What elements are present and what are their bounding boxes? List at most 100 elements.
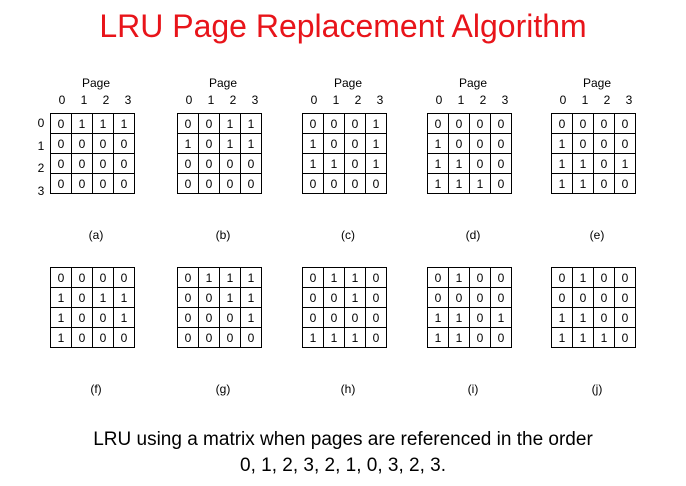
matrix-row: 1100 (551, 173, 636, 194)
matrix-cell: 0 (593, 287, 615, 308)
matrix-row: 1000 (551, 133, 636, 154)
matrix-cell: 0 (92, 327, 114, 348)
matrix-cell: 1 (219, 133, 241, 154)
matrix-row: 0000 (177, 153, 262, 174)
matrix-cell: 0 (469, 267, 491, 288)
matrix-cell: 1 (365, 153, 387, 174)
matrix-cell: 0 (572, 113, 594, 134)
matrix-cell: 1 (448, 153, 470, 174)
slide-title: LRU Page Replacement Algorithm (99, 8, 587, 44)
page-header-label: Page (458, 76, 488, 90)
matrix-row: 0100 (551, 267, 636, 288)
matrix-cell: 0 (572, 287, 594, 308)
matrix-cell: 1 (469, 173, 491, 194)
matrix-cell: 1 (323, 267, 345, 288)
matrix-cell: 0 (593, 113, 615, 134)
matrix-cell: 1 (427, 327, 449, 348)
matrix-row: 0000 (50, 153, 135, 174)
matrix-row: 1011 (50, 287, 135, 308)
matrix-cell: 0 (240, 327, 262, 348)
matrix-cell: 0 (71, 133, 93, 154)
matrix-cell: 0 (323, 133, 345, 154)
matrix-row: 1100 (551, 307, 636, 328)
matrix-cell: 0 (71, 267, 93, 288)
page-header-label: Page (208, 76, 238, 90)
matrix-cell: 0 (323, 173, 345, 194)
matrix-cell: 0 (427, 287, 449, 308)
matrix-cell: 0 (198, 287, 220, 308)
matrix-cell: 0 (614, 267, 636, 288)
matrix-cell: 0 (490, 153, 512, 174)
matrix-cell: 1 (344, 267, 366, 288)
matrix-cell: 0 (71, 153, 93, 174)
matrix-cell: 0 (551, 267, 573, 288)
matrix-cell: 0 (490, 267, 512, 288)
matrix-cell: 0 (71, 327, 93, 348)
matrix-cell: 0 (50, 173, 72, 194)
matrix-cell: 1 (344, 327, 366, 348)
column-label: 3 (124, 93, 132, 107)
matrix-cell: 0 (177, 287, 199, 308)
matrix-cell: 0 (469, 133, 491, 154)
matrix-cell: 1 (219, 267, 241, 288)
matrix-row: 0001 (302, 113, 387, 134)
matrix-cell: 0 (572, 133, 594, 154)
matrix-cell: 1 (240, 307, 262, 328)
matrix-cell: 0 (344, 133, 366, 154)
matrix-row: 1110 (302, 327, 387, 348)
panel-label: (c) (341, 228, 355, 242)
matrix-cell: 0 (92, 267, 114, 288)
matrix-panel: 0 1 0 0 0 0 0 0 1 1 0 0 1 1 1 0 (j) (551, 267, 643, 396)
matrix-cell: 0 (50, 113, 72, 134)
column-label: 1 (207, 93, 215, 107)
matrix-cell: 1 (427, 173, 449, 194)
matrix-cell: 0 (365, 267, 387, 288)
matrix-cell: 0 (50, 133, 72, 154)
matrix-cell: 0 (448, 133, 470, 154)
matrix-panel: 0 0 0 0 1 0 1 1 1 0 0 1 1 0 0 0 (f) (50, 267, 142, 396)
column-label: 1 (80, 93, 88, 107)
matrix-cell: 0 (198, 307, 220, 328)
matrix-cell: 0 (113, 153, 135, 174)
matrix-cell: 0 (240, 173, 262, 194)
matrix-cell: 0 (593, 153, 615, 174)
panel-label: (e) (589, 228, 605, 242)
matrix-cell: 0 (614, 113, 636, 134)
matrix-cell: 1 (240, 133, 262, 154)
matrix-cell: 0 (614, 173, 636, 194)
matrix-cell: 0 (614, 133, 636, 154)
column-label: 0 (310, 93, 318, 107)
matrix-cell: 0 (448, 287, 470, 308)
matrix-cell: 1 (551, 153, 573, 174)
column-label: 3 (501, 93, 509, 107)
matrix-cell: 1 (593, 327, 615, 348)
reference-matrix: 0111001100010000 (177, 267, 262, 348)
matrix-cell: 0 (302, 307, 324, 328)
matrix-cell: 0 (490, 113, 512, 134)
matrix-row: 0000 (302, 307, 387, 328)
matrix-row: 0000 (177, 327, 262, 348)
matrix-cell: 1 (427, 153, 449, 174)
matrix-cell: 0 (198, 327, 220, 348)
row-label: 1 (37, 138, 45, 153)
matrix-cell: 0 (469, 327, 491, 348)
matrix-cell: 0 (427, 113, 449, 134)
row-label: 3 (37, 183, 45, 198)
matrix-cell: 1 (572, 153, 594, 174)
matrix-cell: 0 (302, 287, 324, 308)
matrix-panel: 0 1 1 1 0 0 1 1 0 0 0 1 0 0 0 0 (g) (177, 267, 269, 396)
matrix-cell: 1 (551, 327, 573, 348)
column-label: 1 (457, 93, 465, 107)
matrix-cell: 1 (50, 327, 72, 348)
matrix-cell: 0 (344, 173, 366, 194)
matrix-cell: 1 (198, 267, 220, 288)
column-label: 2 (229, 93, 237, 107)
matrix-cell: 0 (365, 173, 387, 194)
matrix-cell: 0 (490, 173, 512, 194)
matrix-cell: 1 (50, 287, 72, 308)
matrix-cell: 1 (92, 113, 114, 134)
matrix-cell: 0 (177, 153, 199, 174)
matrix-cell: 0 (177, 267, 199, 288)
matrix-panel: Page 0 1 2 3 0 0 0 0 1 0 0 0 1 1 0 1 1 1 0 0 (e) (551, 76, 643, 242)
column-label: 2 (354, 93, 362, 107)
